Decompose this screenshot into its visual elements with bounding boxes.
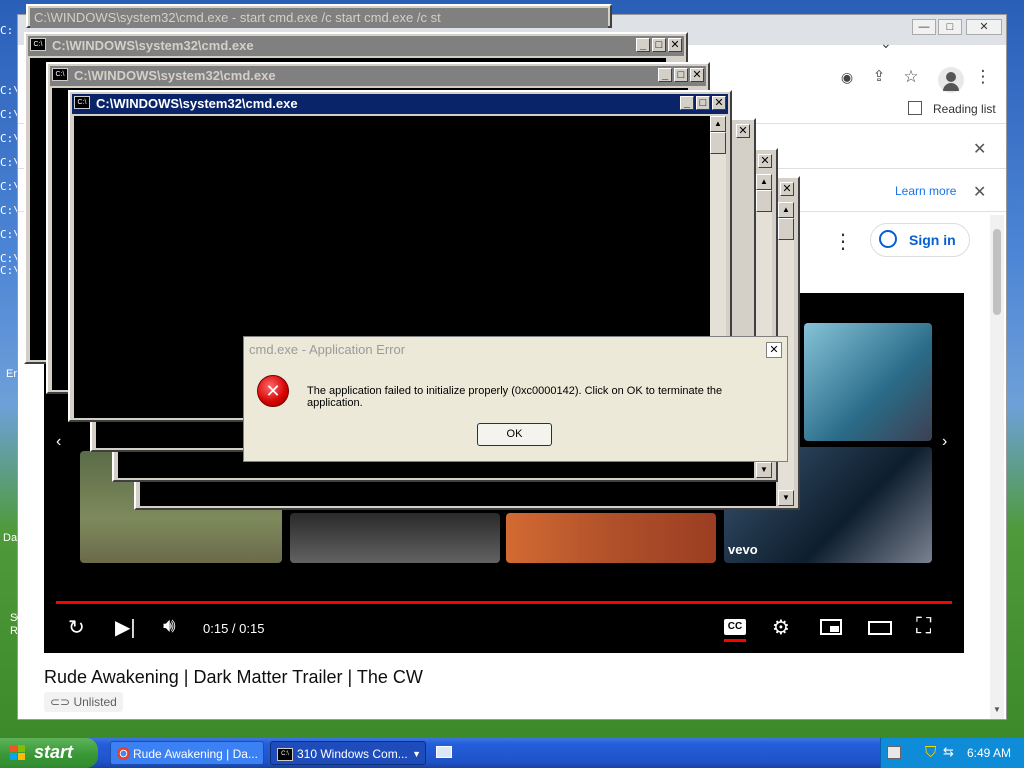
cmd-window-title[interactable]: C:\WINDOWS\system32\cmd.exe — [72, 94, 728, 114]
desktop-icon-label[interactable]: Er — [6, 368, 17, 380]
desktop-glyph: C: — [0, 24, 14, 37]
fullscreen-icon[interactable]: ⛶ — [916, 613, 931, 639]
theater-mode-icon[interactable] — [868, 621, 892, 635]
minimize-button[interactable]: — — [912, 19, 936, 35]
cmd-window-back[interactable]: C:\WINDOWS\system32\cmd.exe - start cmd.… — [26, 4, 612, 28]
close-button[interactable]: ✕ — [758, 154, 772, 168]
cmd-icon: C:\ — [74, 96, 90, 109]
scroll-up-arrow-icon[interactable]: ▲ — [778, 202, 794, 218]
quick-launch-icon[interactable] — [436, 746, 452, 758]
close-button[interactable]: ✕ — [780, 182, 794, 196]
close-button[interactable]: ✕ — [690, 68, 704, 82]
replay-icon[interactable]: ↻ — [68, 615, 85, 640]
close-button[interactable]: ✕ — [966, 19, 1002, 35]
chrome-icon — [117, 747, 130, 760]
maximize-button[interactable]: □ — [938, 19, 962, 35]
miniplayer-icon[interactable] — [820, 619, 842, 635]
endscreen-thumbnail[interactable] — [506, 513, 716, 563]
chevron-left-icon[interactable]: ‹ — [56, 433, 61, 451]
learn-more-link[interactable]: Learn more — [895, 184, 956, 198]
link-icon: ⊂⊃ — [50, 695, 74, 709]
next-icon[interactable]: ▶| — [115, 615, 136, 640]
taskbar-item-cmd-group[interactable]: C:\ 310 Windows Com... ▼ — [270, 741, 426, 765]
scroll-down-arrow-icon[interactable]: ▼ — [993, 705, 1001, 714]
progress-fill — [56, 601, 952, 604]
close-icon[interactable]: ✕ — [973, 182, 986, 202]
cmd-window-title[interactable]: C:\WINDOWS\system32\cmd.exe — [28, 36, 684, 56]
error-dialog-title[interactable]: cmd.exe - Application Error — [244, 337, 787, 363]
close-icon[interactable]: ✕ — [973, 139, 986, 159]
unlisted-label: Unlisted — [73, 695, 117, 709]
scroll-down-arrow-icon[interactable]: ▼ — [756, 462, 772, 478]
taskbar-item-label: 310 Windows Com... — [297, 747, 408, 761]
close-button[interactable]: ✕ — [736, 124, 750, 138]
scroll-thumb[interactable] — [778, 218, 794, 240]
eye-off-icon[interactable]: ◉ — [834, 65, 860, 91]
error-message: The application failed to initialize pro… — [307, 385, 723, 409]
maximize-button[interactable]: □ — [696, 96, 710, 110]
endscreen-thumbnail[interactable] — [804, 323, 932, 441]
network-icon[interactable]: ⇆ — [943, 744, 954, 760]
start-label: start — [34, 742, 74, 762]
taskbar-item-label: Rude Awakening | Da... — [133, 747, 258, 761]
clock[interactable]: 6:49 AM — [967, 746, 1011, 760]
sign-in-button[interactable]: Sign in — [870, 223, 970, 257]
windows-logo-icon — [10, 745, 26, 761]
security-shield-icon[interactable]: ⛉ — [925, 744, 936, 761]
ok-button[interactable]: OK — [477, 423, 552, 446]
maximize-button[interactable]: □ — [674, 68, 688, 82]
cmd-window-title[interactable]: C:\WINDOWS\system32\cmd.exe — [50, 66, 706, 86]
captions-icon[interactable]: CC — [724, 619, 746, 635]
endscreen-thumbnail[interactable] — [290, 513, 500, 563]
captions-active-indicator — [724, 639, 746, 642]
time-display: 0:15 / 0:15 — [203, 621, 265, 636]
profile-avatar[interactable] — [938, 67, 964, 93]
maximize-button[interactable]: □ — [652, 38, 666, 52]
close-button[interactable]: ✕ — [668, 38, 682, 52]
reading-list-link[interactable]: Reading list — [933, 102, 996, 116]
cmd-icon: C:\ — [277, 748, 293, 761]
start-button[interactable]: start — [0, 738, 98, 768]
sign-in-label: Sign in — [909, 232, 956, 248]
cmd-icon: C:\ — [30, 38, 46, 51]
scroll-thumb[interactable] — [756, 190, 772, 212]
error-icon: ✕ — [257, 375, 289, 407]
more-menu-icon[interactable]: ⋮ — [970, 65, 996, 91]
tab-search-chevron-icon[interactable]: ⌄ — [880, 35, 892, 52]
video-title: Rude Awakening | Dark Matter Trailer | T… — [44, 667, 423, 687]
star-bookmark-icon[interactable]: ☆ — [898, 65, 924, 91]
chevron-right-icon[interactable]: › — [942, 433, 947, 451]
more-options-icon[interactable]: ⋮ — [833, 229, 853, 254]
share-icon[interactable]: ⇪ — [866, 65, 892, 91]
cmd-icon: C:\ — [52, 68, 68, 81]
cmd-window-title[interactable]: C:\WINDOWS\system32\cmd.exe - start cmd.… — [30, 8, 608, 28]
account-icon — [879, 230, 897, 248]
language-icon[interactable] — [887, 746, 901, 759]
system-tray: ⛉ ⇆ 6:49 AM — [880, 738, 1024, 768]
progress-track[interactable] — [56, 601, 952, 604]
desktop-icon-label[interactable]: Da — [3, 532, 17, 544]
scroll-down-arrow-icon[interactable]: ▼ — [778, 490, 794, 506]
vevo-logo: vevo — [728, 542, 758, 557]
close-button[interactable]: ✕ — [766, 342, 782, 358]
volume-icon[interactable]: 🔊︎ — [163, 615, 176, 638]
chevron-down-icon: ▼ — [412, 749, 421, 759]
scroll-up-arrow-icon[interactable]: ▲ — [710, 116, 726, 132]
minimize-button[interactable]: _ — [658, 68, 672, 82]
unlisted-badge: ⊂⊃ Unlisted — [44, 692, 123, 712]
minimize-button[interactable]: _ — [680, 96, 694, 110]
reading-list-icon[interactable] — [908, 101, 922, 115]
minimize-button[interactable]: _ — [636, 38, 650, 52]
settings-gear-icon[interactable]: ⚙ — [772, 615, 790, 640]
close-button[interactable]: ✕ — [712, 96, 726, 110]
taskbar-item-chrome[interactable]: Rude Awakening | Da... — [110, 741, 264, 765]
scroll-thumb[interactable] — [710, 132, 726, 154]
page-scrollbar[interactable] — [990, 215, 1004, 719]
error-dialog: cmd.exe - Application Error ✕ ✕ The appl… — [243, 336, 788, 462]
scroll-up-arrow-icon[interactable]: ▲ — [756, 174, 772, 190]
